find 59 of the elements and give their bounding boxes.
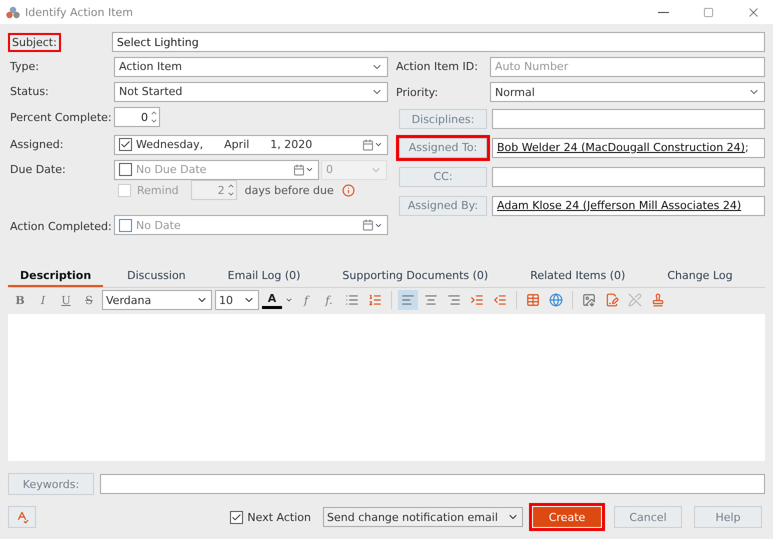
- number-spinner[interactable]: 0: [114, 107, 160, 127]
- script-button[interactable]: f: [296, 290, 316, 310]
- tab[interactable]: Supporting Documents (0): [330, 266, 500, 287]
- format-button[interactable]: S: [79, 290, 99, 310]
- checkbox[interactable]: [119, 163, 132, 176]
- field-label: Action Completed:: [9, 219, 113, 235]
- format-button[interactable]: I: [33, 290, 53, 310]
- field-label: Subject:: [8, 32, 61, 52]
- dropdown[interactable]: Not Started: [114, 82, 388, 102]
- font-dropdown[interactable]: Verdana: [102, 290, 212, 310]
- field-label: Due Date:: [9, 162, 67, 178]
- script-button[interactable]: f.: [319, 290, 339, 310]
- tab[interactable]: Related Items (0): [518, 266, 638, 287]
- format-button[interactable]: U: [56, 290, 76, 310]
- input-field[interactable]: [492, 109, 765, 129]
- calendar-icon[interactable]: [362, 219, 383, 231]
- field-label: Action Item ID:: [396, 60, 479, 73]
- tab[interactable]: Change Log: [655, 266, 745, 287]
- size-dropdown[interactable]: 10: [215, 290, 259, 310]
- checkbox[interactable]: [119, 138, 132, 151]
- calendar-icon[interactable]: [293, 164, 314, 176]
- checkbox[interactable]: [119, 218, 132, 232]
- date-field[interactable]: Wednesday, April 1, 2020: [114, 134, 388, 154]
- caret-icon[interactable]: [285, 296, 293, 304]
- notification-dropdown[interactable]: Send change notification email: [323, 507, 523, 527]
- spell-check-icon: [15, 510, 29, 524]
- spell-check-button[interactable]: [8, 506, 36, 528]
- input-field[interactable]: [492, 166, 765, 186]
- align-icon[interactable]: [398, 290, 418, 310]
- field-label: Percent Complete:: [9, 110, 113, 126]
- tab[interactable]: Discussion: [115, 266, 198, 287]
- field-label: Type:: [9, 59, 40, 75]
- input-field[interactable]: Bob Welder 24 (MacDougall Construction 24);: [492, 138, 765, 158]
- remind-label: Remind: [137, 184, 179, 196]
- dialog-button[interactable]: Create: [529, 503, 605, 531]
- id-field[interactable]: Auto Number: [490, 56, 765, 76]
- subject-field[interactable]: Select Lighting: [112, 32, 765, 52]
- contact-link[interactable]: Adam Klose 24 (Jefferson Mill Associates 24): [497, 199, 742, 212]
- checkbox[interactable]: [230, 510, 244, 524]
- days-label: days before due: [244, 184, 334, 196]
- field-label: Status:: [9, 84, 50, 100]
- calendar-icon[interactable]: [362, 138, 383, 150]
- tab[interactable]: Description: [8, 266, 104, 287]
- dropdown[interactable]: Action Item: [114, 56, 388, 76]
- contact-link[interactable]: Bob Welder 24 (MacDougall Construction 24): [497, 141, 745, 154]
- info-icon[interactable]: [342, 184, 355, 196]
- separator-text: ;: [744, 141, 749, 154]
- window-title: Identify Action Item: [25, 6, 134, 18]
- field-label: Assigned:: [9, 137, 64, 153]
- next-action-label: Next Action: [247, 510, 311, 524]
- maximize-icon: [702, 6, 714, 18]
- format-button[interactable]: B: [10, 290, 30, 310]
- font-color-button[interactable]: A: [262, 291, 282, 309]
- dropdown[interactable]: Normal: [490, 82, 765, 102]
- input-field[interactable]: Adam Klose 24 (Jefferson Mill Associates 24): [492, 196, 765, 216]
- field-label: Priority:: [396, 86, 440, 98]
- tab[interactable]: Email Log (0): [216, 266, 312, 287]
- app-logo-icon: [6, 6, 20, 18]
- keywords-field[interactable]: [100, 474, 765, 494]
